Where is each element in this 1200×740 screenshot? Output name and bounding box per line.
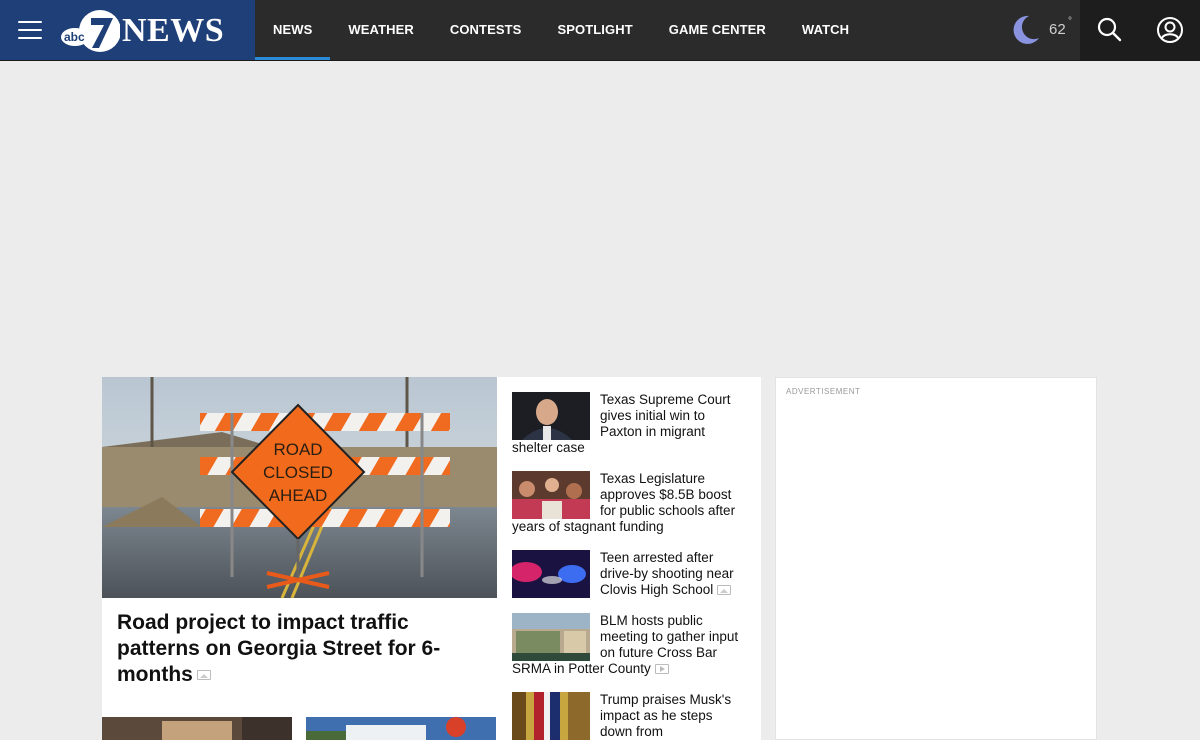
- svg-text:AHEAD: AHEAD: [269, 486, 328, 505]
- nav-game-center[interactable]: GAME CENTER: [651, 0, 784, 60]
- nav-spotlight[interactable]: SPOTLIGHT: [539, 0, 650, 60]
- header-tools: [1080, 0, 1200, 60]
- temperature-value: 62: [1049, 21, 1066, 38]
- brand-area: abc NEWS: [0, 0, 255, 60]
- video-icon: [654, 664, 669, 675]
- top-navigation-bar: abc NEWS NEWS WEATHER CONTESTS SPOTLIGHT…: [0, 0, 1200, 61]
- abc7-news-logo[interactable]: abc NEWS: [60, 8, 230, 54]
- feature-image[interactable]: ROAD CLOSED AHEAD: [102, 377, 497, 598]
- story-item[interactable]: Texas Legislature approves $8.5B boost f…: [512, 471, 748, 535]
- story-item[interactable]: Teen arrested after drive-by shooting ne…: [512, 550, 748, 598]
- svg-text:abc: abc: [64, 30, 85, 44]
- story-thumbnail[interactable]: [512, 613, 590, 661]
- nav-contests[interactable]: CONTESTS: [432, 0, 540, 60]
- feature-story-card[interactable]: ROAD CLOSED AHEAD Road project to impact…: [102, 377, 497, 740]
- search-icon[interactable]: [1094, 14, 1126, 46]
- abc7-logo-mark: abc: [61, 10, 120, 52]
- feature-headline-text[interactable]: Road project to impact traffic patterns …: [117, 611, 440, 686]
- advertisement-label: ADVERTISEMENT: [786, 387, 861, 396]
- weather-widget[interactable]: 62 °: [1000, 0, 1080, 60]
- top-stories-list: Texas Supreme Court gives initial win to…: [497, 377, 761, 740]
- story-thumbnail[interactable]: [512, 550, 590, 598]
- bottom-story-thumb-2[interactable]: [306, 717, 496, 740]
- story-thumbnail[interactable]: [512, 392, 590, 440]
- nav-news[interactable]: NEWS: [255, 0, 331, 60]
- degree-symbol: °: [1068, 16, 1072, 27]
- advertisement-slot: ADVERTISEMENT: [775, 377, 1097, 740]
- nav-watch[interactable]: WATCH: [784, 0, 867, 60]
- svg-text:ROAD: ROAD: [273, 440, 322, 459]
- gallery-icon: [196, 670, 211, 681]
- moon-icon: [1013, 15, 1039, 44]
- bottom-story-thumb-1[interactable]: [102, 717, 292, 740]
- story-title[interactable]: Trump praises Musk's impact as he steps …: [600, 692, 731, 739]
- main-nav: NEWS WEATHER CONTESTS SPOTLIGHT GAME CEN…: [255, 0, 867, 60]
- story-title[interactable]: Teen arrested after drive-by shooting ne…: [600, 550, 734, 597]
- gallery-icon: [717, 585, 732, 596]
- feature-headline[interactable]: Road project to impact traffic patterns …: [117, 610, 477, 688]
- story-item[interactable]: BLM hosts public meeting to gather input…: [512, 613, 748, 677]
- story-item[interactable]: Texas Supreme Court gives initial win to…: [512, 392, 748, 456]
- svg-text:CLOSED: CLOSED: [263, 463, 333, 482]
- story-thumbnail[interactable]: [512, 471, 590, 519]
- nav-weather[interactable]: WEATHER: [330, 0, 431, 60]
- logo-wordmark: NEWS: [122, 12, 225, 49]
- menu-icon[interactable]: [18, 21, 42, 39]
- story-item[interactable]: Trump praises Musk's impact as he steps …: [512, 692, 748, 740]
- story-thumbnail[interactable]: [512, 692, 590, 740]
- account-icon[interactable]: [1154, 14, 1186, 46]
